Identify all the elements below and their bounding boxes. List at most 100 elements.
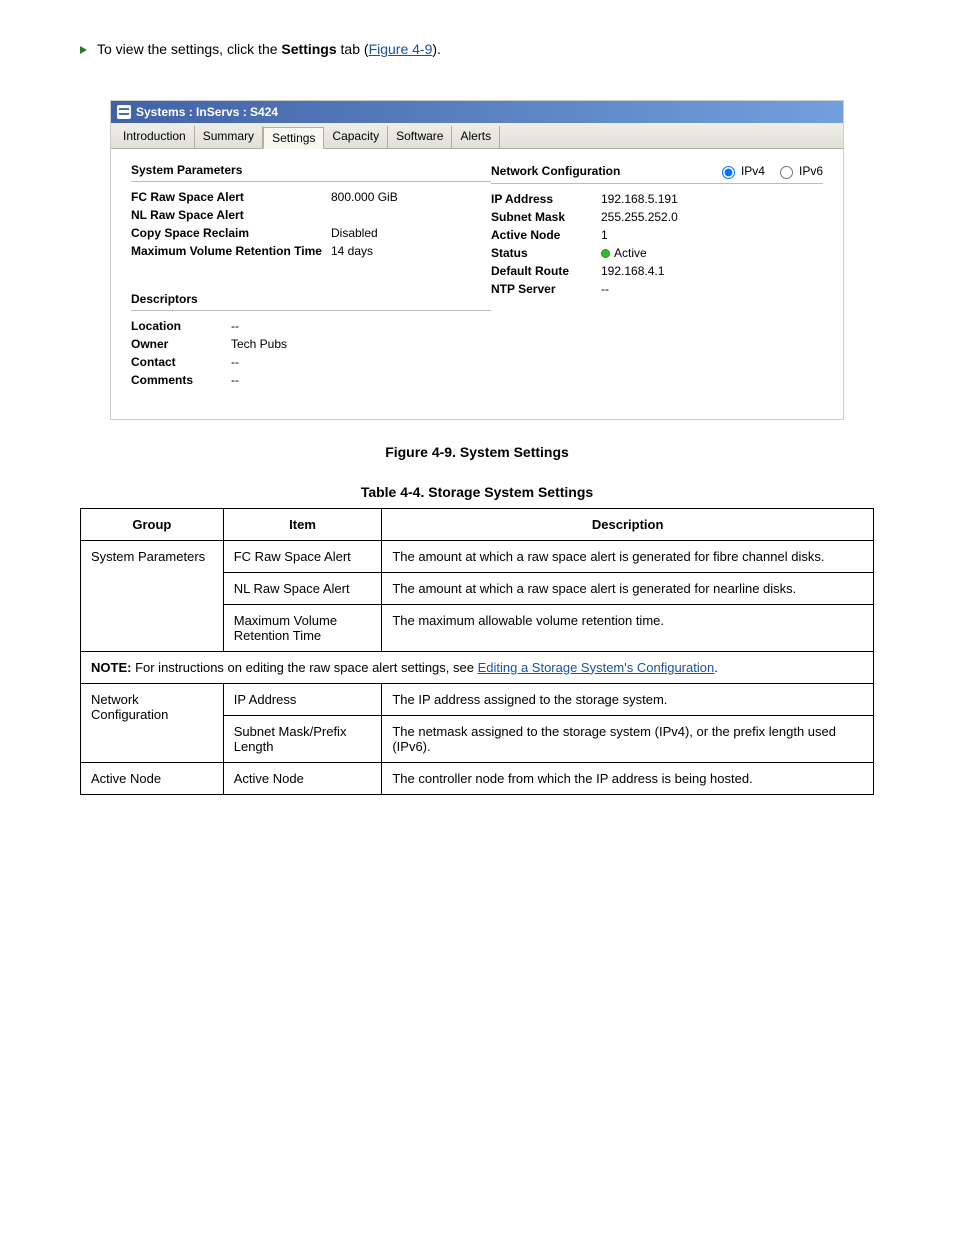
instr-end: ). (432, 41, 441, 57)
tab-settings[interactable]: Settings (263, 127, 324, 149)
sys-param-label: FC Raw Space Alert (131, 190, 331, 204)
window-titlebar: Systems : InServs : S424 (111, 101, 843, 123)
g3-item-0: Active Node (223, 762, 382, 794)
sys-param-label: Maximum Volume Retention Time (131, 244, 331, 258)
ipv4-radio[interactable]: IPv4 (717, 163, 765, 179)
descriptor-label: Contact (131, 355, 231, 369)
sys-param-label: Copy Space Reclaim (131, 226, 331, 240)
sys-param-label: NL Raw Space Alert (131, 208, 331, 222)
figure-link[interactable]: Figure 4-9 (369, 41, 433, 57)
th-group: Group (81, 508, 224, 540)
ipv4-label: IPv4 (741, 164, 765, 178)
tab-alerts[interactable]: Alerts (452, 126, 500, 148)
sys-param-row: NL Raw Space Alert (131, 206, 491, 224)
settings-pane: System Parameters FC Raw Space Alert800.… (111, 149, 843, 419)
status-dot-icon (601, 249, 610, 258)
note-prefix: For instructions on editing the raw spac… (135, 660, 478, 675)
sys-param-value: 800.000 GiB (331, 190, 398, 204)
g1-desc-1: The amount at which a raw space alert is… (382, 572, 874, 604)
g3-desc-0: The controller node from which the IP ad… (382, 762, 874, 794)
g1-item-2: Maximum Volume Retention Time (223, 604, 382, 651)
netcfg-label: Subnet Mask (491, 210, 601, 224)
descriptor-value: Tech Pubs (231, 337, 287, 351)
instr-prefix: To view the settings, click the (97, 41, 281, 57)
table-header-row: Group Item Description (81, 508, 874, 540)
netcfg-row: NTP Server-- (491, 280, 823, 298)
netcfg-row: Active Node1 (491, 226, 823, 244)
descriptor-row: Location-- (131, 317, 491, 335)
netcfg-label: Active Node (491, 228, 601, 242)
note-row: NOTE: For instructions on editing the ra… (81, 651, 874, 683)
sys-param-row: Maximum Volume Retention Time14 days (131, 242, 491, 260)
settings-detail-table: Group Item Description System Parameters… (80, 508, 874, 795)
group3-name: Active Node (81, 762, 224, 794)
g1-desc-0: The amount at which a raw space alert is… (382, 540, 874, 572)
netcfg-value: 192.168.4.1 (601, 264, 664, 278)
group1-name: System Parameters (81, 540, 224, 651)
netcfg-value: -- (601, 282, 609, 296)
descriptor-value: -- (231, 319, 239, 333)
system-icon (117, 105, 131, 119)
th-item: Item (223, 508, 382, 540)
descriptor-label: Location (131, 319, 231, 333)
tab-software[interactable]: Software (388, 126, 452, 148)
figure-caption: Figure 4-9. System Settings (80, 444, 874, 460)
table-caption: Table 4-4. Storage System Settings (80, 484, 874, 500)
descriptors-header: Descriptors (131, 288, 491, 311)
sys-param-value: 14 days (331, 244, 373, 258)
descriptor-value: -- (231, 373, 239, 387)
netcfg-label: Default Route (491, 264, 601, 278)
th-description: Description (382, 508, 874, 540)
netcfg-value: 1 (601, 228, 608, 242)
netcfg-label: NTP Server (491, 282, 601, 296)
netcfg-value: 192.168.5.191 (601, 192, 678, 206)
g2-desc-0: The IP address assigned to the storage s… (382, 683, 874, 715)
sys-param-row: FC Raw Space Alert800.000 GiB (131, 188, 491, 206)
descriptor-label: Comments (131, 373, 231, 387)
note-label: NOTE: (91, 660, 135, 675)
netcfg-row: Subnet Mask255.255.252.0 (491, 208, 823, 226)
g1-desc-2: The maximum allowable volume retention t… (382, 604, 874, 651)
descriptor-row: Contact-- (131, 353, 491, 371)
descriptor-label: Owner (131, 337, 231, 351)
instruction-row: To view the settings, click the Settings… (80, 40, 874, 60)
netcfg-value: Active (601, 246, 647, 260)
g2-item-0: IP Address (223, 683, 382, 715)
tab-summary[interactable]: Summary (195, 126, 263, 148)
ipv6-radio[interactable]: IPv6 (775, 163, 823, 179)
ipv6-label: IPv6 (799, 164, 823, 178)
netcfg-label: Status (491, 246, 601, 260)
group2-name: Network Configuration (81, 683, 224, 762)
descriptor-row: OwnerTech Pubs (131, 335, 491, 353)
table-row: System Parameters FC Raw Space Alert The… (81, 540, 874, 572)
netcfg-row: IP Address192.168.5.191 (491, 190, 823, 208)
network-config-title: Network Configuration (491, 164, 717, 178)
netcfg-row: Default Route192.168.4.1 (491, 262, 823, 280)
instr-strong: Settings (281, 41, 336, 57)
sys-param-value: Disabled (331, 226, 378, 240)
descriptor-value: -- (231, 355, 239, 369)
table-row: Active Node Active Node The controller n… (81, 762, 874, 794)
netcfg-label: IP Address (491, 192, 601, 206)
g2-item-1: Subnet Mask/Prefix Length (223, 715, 382, 762)
bullet-arrow-icon (80, 46, 87, 54)
table-row: Network Configuration IP Address The IP … (81, 683, 874, 715)
netcfg-value: 255.255.252.0 (601, 210, 678, 224)
g1-item-1: NL Raw Space Alert (223, 572, 382, 604)
note-link[interactable]: Editing a Storage System's Configuration (478, 660, 715, 675)
ip-version-radio-group: IPv4 IPv6 (717, 163, 823, 179)
network-config-header-row: Network Configuration IPv4 IPv6 (491, 159, 823, 184)
g2-desc-1: The netmask assigned to the storage syst… (382, 715, 874, 762)
note-end: . (714, 660, 718, 675)
tab-introduction[interactable]: Introduction (115, 126, 195, 148)
netcfg-row: StatusActive (491, 244, 823, 262)
sys-param-row: Copy Space ReclaimDisabled (131, 224, 491, 242)
g1-item-0: FC Raw Space Alert (223, 540, 382, 572)
descriptor-row: Comments-- (131, 371, 491, 389)
sys-params-header: System Parameters (131, 159, 491, 182)
tab-capacity[interactable]: Capacity (324, 126, 388, 148)
titlebar-text: Systems : InServs : S424 (136, 105, 278, 119)
instr-mid: tab ( (337, 41, 369, 57)
app-window: Systems : InServs : S424 IntroductionSum… (110, 100, 844, 420)
tab-strip: IntroductionSummarySettingsCapacitySoftw… (111, 123, 843, 149)
